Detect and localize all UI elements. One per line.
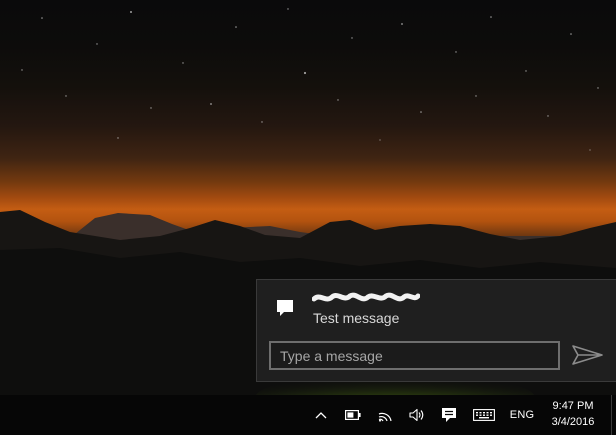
network-button[interactable]	[376, 395, 396, 435]
wifi-icon	[378, 408, 394, 422]
language-indicator: ENG	[509, 409, 535, 421]
volume-icon	[409, 408, 425, 422]
message-notification-toast[interactable]: Test message	[256, 279, 616, 382]
sender-name-redacted	[311, 291, 421, 305]
desktop-screen: Test message Type a message ENG 9:47 PM …	[0, 0, 616, 435]
battery-button[interactable]	[343, 395, 363, 435]
clock-time: 9:47 PM	[552, 400, 594, 412]
action-center-icon	[441, 407, 457, 423]
chevron-up-icon	[315, 411, 327, 419]
taskbar-clock[interactable]: 9:47 PM 3/4/2016	[540, 398, 606, 432]
touch-keyboard-button[interactable]	[471, 395, 497, 435]
show-desktop-button[interactable]	[611, 395, 616, 435]
reply-message-input[interactable]	[269, 341, 560, 370]
show-hidden-icons-button[interactable]	[312, 395, 330, 435]
clock-date: 3/4/2016	[551, 416, 595, 428]
message-icon	[276, 299, 294, 319]
action-center-button[interactable]	[438, 395, 460, 435]
volume-button[interactable]	[407, 395, 427, 435]
send-icon	[569, 345, 605, 371]
send-button[interactable]	[569, 342, 605, 368]
notification-message-text: Test message	[313, 310, 400, 326]
keyboard-icon	[473, 409, 495, 421]
battery-icon	[345, 410, 361, 420]
taskbar: ENG 9:47 PM 3/4/2016	[0, 395, 616, 435]
input-language-button[interactable]: ENG	[508, 395, 536, 435]
